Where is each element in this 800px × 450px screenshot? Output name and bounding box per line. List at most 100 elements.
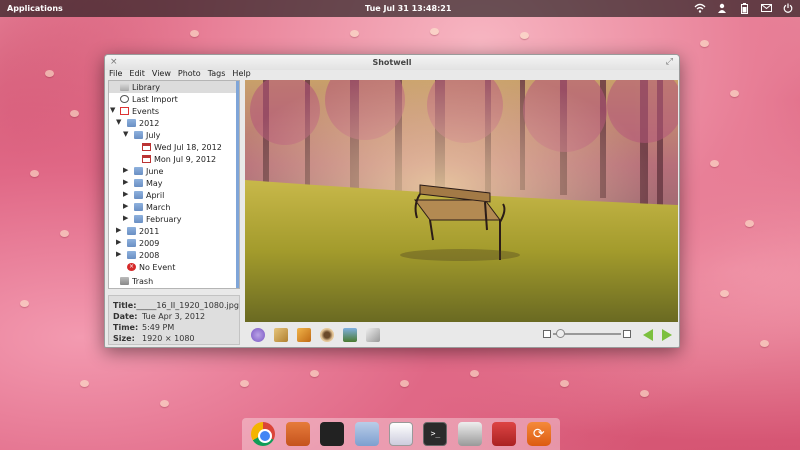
sidebar-item-may[interactable]: ▶ May xyxy=(109,177,237,189)
sidebar-item-label: Library xyxy=(132,83,160,92)
expander-closed-icon[interactable]: ▶ xyxy=(116,238,124,246)
zoom-track[interactable] xyxy=(553,329,621,338)
next-photo-icon[interactable] xyxy=(662,329,672,341)
sidebar-item-no-event[interactable]: × No Event xyxy=(109,261,237,273)
info-key: Title: xyxy=(113,301,137,310)
info-row-time: Time: 5:49 PM xyxy=(113,322,235,333)
seed-decoration xyxy=(60,230,69,237)
chrome-icon[interactable] xyxy=(251,422,276,446)
seed-decoration xyxy=(430,28,439,35)
library-icon xyxy=(120,83,129,91)
photo-info-panel: Title: _____16_II_1920_1080.jpg Date: Tu… xyxy=(108,295,240,345)
seed-decoration xyxy=(80,380,89,387)
enhance-icon[interactable] xyxy=(297,328,311,342)
shotwell-window: × Shotwell ⤢ File Edit View Photo Tags H… xyxy=(104,54,680,348)
sidebar-item-february[interactable]: ▶ February xyxy=(109,213,237,225)
sidebar-item-2011[interactable]: ▶ 2011 xyxy=(109,225,237,237)
update-icon[interactable]: ⟳ xyxy=(526,422,551,446)
title-bar[interactable]: × Shotwell ⤢ xyxy=(105,55,679,70)
panel-clock[interactable]: Tue Jul 31 13:48:21 xyxy=(365,4,451,13)
applications-menu[interactable]: Applications xyxy=(7,4,63,13)
red-eye-icon[interactable] xyxy=(320,328,334,342)
previous-photo-icon[interactable] xyxy=(643,329,653,341)
info-row-size: Size: 1920 × 1080 xyxy=(113,333,235,344)
expander-closed-icon[interactable]: ▶ xyxy=(123,202,131,210)
wifi-icon[interactable] xyxy=(694,2,706,14)
seed-decoration xyxy=(30,170,39,177)
seed-decoration xyxy=(470,370,479,377)
expander-open-icon[interactable]: ▼ xyxy=(116,118,124,126)
settings-icon[interactable] xyxy=(388,422,413,446)
dock: >_ ⟳ xyxy=(242,418,560,450)
sidebar-item-label: March xyxy=(146,203,171,212)
seed-decoration xyxy=(760,340,769,347)
window-title: Shotwell xyxy=(372,58,412,67)
top-panel: Applications Tue Jul 31 13:48:21 xyxy=(0,0,800,17)
maximize-icon[interactable]: ⤢ xyxy=(666,57,673,67)
info-key: Date: xyxy=(113,312,138,321)
zoom-knob[interactable] xyxy=(556,329,566,338)
info-key: Time: xyxy=(113,323,139,332)
sidebar-item-last-import[interactable]: Last Import xyxy=(109,93,237,105)
seed-decoration xyxy=(160,400,169,407)
expander-closed-icon[interactable]: ▶ xyxy=(116,250,124,258)
sidebar-item-june[interactable]: ▶ June xyxy=(109,165,237,177)
user-icon[interactable] xyxy=(716,2,728,14)
sidebar-item-march[interactable]: ▶ March xyxy=(109,201,237,213)
expander-closed-icon[interactable]: ▶ xyxy=(123,166,131,174)
sidebar-item-2012[interactable]: ▼ 2012 xyxy=(109,117,237,129)
expander-open-icon[interactable]: ▼ xyxy=(123,130,131,138)
sidebar-tree: Library Last Import ▼ Events ▼ 2012 ▼ Ju… xyxy=(108,80,240,289)
mail-icon[interactable] xyxy=(760,2,772,14)
sidebar-item-label: February xyxy=(146,215,182,224)
sidebar-item-label: July xyxy=(146,131,161,140)
info-row-title: Title: _____16_II_1920_1080.jpg xyxy=(113,300,239,311)
expander-closed-icon[interactable]: ▶ xyxy=(123,190,131,198)
sidebar-item-label: Mon Jul 9, 2012 xyxy=(154,155,217,164)
terminal-icon[interactable]: >_ xyxy=(423,422,448,446)
sidebar-item-label: Wed Jul 18, 2012 xyxy=(154,143,222,152)
expander-open-icon[interactable]: ▼ xyxy=(110,106,118,114)
sidebar-item-trash[interactable]: Trash xyxy=(109,275,237,287)
calendar-icon xyxy=(142,143,151,151)
sidebar-item-events[interactable]: ▼ Events xyxy=(109,105,237,117)
folder-icon xyxy=(134,131,143,139)
folder-icon xyxy=(134,203,143,211)
sidebar-item-2009[interactable]: ▶ 2009 xyxy=(109,237,237,249)
sidebar-scrollbar[interactable] xyxy=(236,81,239,288)
expander-closed-icon[interactable]: ▶ xyxy=(123,178,131,186)
sidebar-item-event-jul-18[interactable]: Wed Jul 18, 2012 xyxy=(109,141,237,153)
screenshot-icon[interactable] xyxy=(492,422,517,446)
shotwell-icon[interactable] xyxy=(285,422,310,446)
sidebar-item-july[interactable]: ▼ July xyxy=(109,129,237,141)
sidebar-item-library[interactable]: Library xyxy=(109,81,237,93)
sidebar-item-label: 2012 xyxy=(139,119,160,128)
zoom-out-icon[interactable] xyxy=(543,330,551,338)
sidebar-item-2008[interactable]: ▶ 2008 xyxy=(109,249,237,261)
seed-decoration xyxy=(730,90,739,97)
sidebar-item-april[interactable]: ▶ April xyxy=(109,189,237,201)
app-launcher-icon[interactable] xyxy=(320,422,345,446)
sidebar-item-label: 2008 xyxy=(139,251,160,260)
sidebar-item-event-jul-9[interactable]: Mon Jul 9, 2012 xyxy=(109,153,237,165)
rotate-icon[interactable] xyxy=(251,328,265,342)
expander-closed-icon[interactable]: ▶ xyxy=(123,214,131,222)
straighten-icon[interactable] xyxy=(366,328,380,342)
seed-decoration xyxy=(240,380,249,387)
files-icon[interactable] xyxy=(354,422,379,446)
battery-icon[interactable] xyxy=(738,2,750,14)
seed-decoration xyxy=(350,30,359,37)
crop-icon[interactable] xyxy=(274,328,288,342)
pane-splitter[interactable] xyxy=(108,290,240,294)
zoom-in-icon[interactable] xyxy=(623,330,631,338)
system-tray xyxy=(694,2,794,14)
adjust-icon[interactable] xyxy=(343,328,357,342)
zoom-slider[interactable] xyxy=(543,329,631,338)
expander-closed-icon[interactable]: ▶ xyxy=(116,226,124,234)
sidebar-item-label: June xyxy=(146,167,164,176)
seed-decoration xyxy=(745,220,754,227)
photo-viewer[interactable] xyxy=(245,80,678,322)
camera-icon[interactable] xyxy=(457,422,482,446)
folder-icon xyxy=(134,215,143,223)
power-icon[interactable] xyxy=(782,2,794,14)
